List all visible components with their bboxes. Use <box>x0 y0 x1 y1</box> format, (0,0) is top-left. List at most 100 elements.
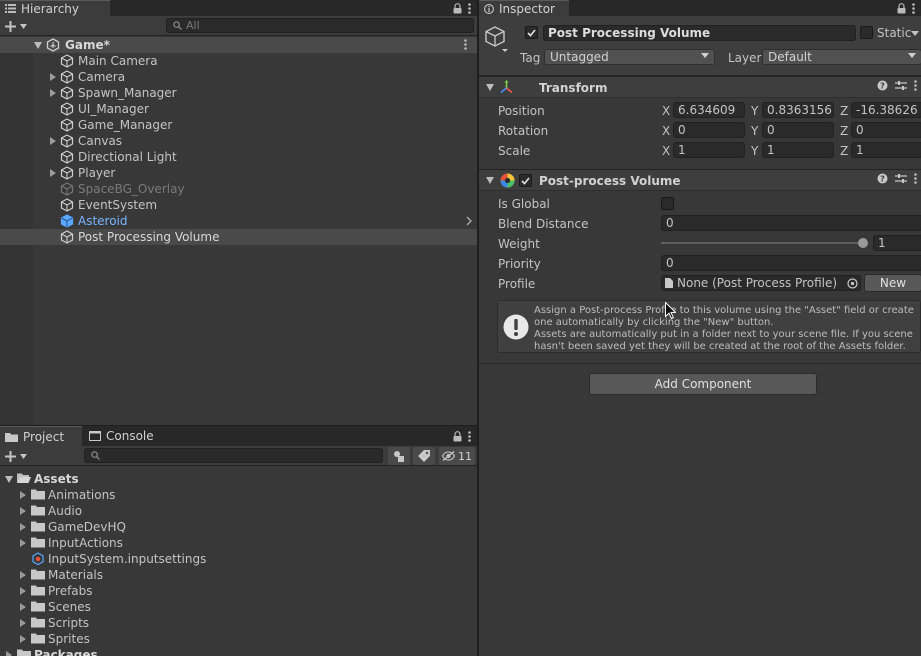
static-dropdown-icon[interactable] <box>911 31 919 36</box>
component-menu-icon[interactable] <box>914 173 917 184</box>
active-checkbox[interactable] <box>525 26 538 39</box>
fold-arrow-icon[interactable] <box>486 177 494 184</box>
transform-header[interactable]: Transform ? <box>479 76 921 98</box>
position-x-label[interactable]: X <box>662 104 670 118</box>
expand-arrow-icon[interactable] <box>48 133 58 149</box>
project-item[interactable]: Prefabs <box>0 583 477 599</box>
expand-arrow-icon[interactable] <box>18 631 28 647</box>
component-menu-icon[interactable] <box>914 80 917 91</box>
expand-arrow-icon[interactable] <box>18 567 28 583</box>
layer-dropdown[interactable]: Default <box>762 49 921 65</box>
gameobject-cube-icon[interactable] <box>485 26 509 52</box>
more-options-icon[interactable] <box>468 2 471 14</box>
preset-sliders-icon[interactable] <box>895 173 907 184</box>
project-item[interactable]: Scripts <box>0 615 477 631</box>
project-create-button[interactable] <box>5 448 27 464</box>
lock-icon[interactable] <box>897 2 906 14</box>
project-item[interactable]: Audio <box>0 503 477 519</box>
position-y-label[interactable]: Y <box>751 104 758 118</box>
hierarchy-item[interactable]: Spawn_Manager <box>0 85 477 101</box>
new-profile-button[interactable]: New <box>864 274 921 292</box>
blend-distance-input[interactable]: 0 <box>661 215 921 231</box>
add-component-button[interactable]: Add Component <box>589 373 817 395</box>
project-item[interactable]: Packages <box>0 647 477 656</box>
project-item[interactable]: Animations <box>0 487 477 503</box>
priority-input[interactable]: 0 <box>661 255 921 271</box>
tag-dropdown[interactable]: Untagged <box>544 49 715 65</box>
rotation-y-label[interactable]: Y <box>751 124 758 138</box>
scale-y-label[interactable]: Y <box>751 144 758 158</box>
project-search-input[interactable] <box>84 448 383 463</box>
scene-row[interactable]: Game* <box>0 37 477 53</box>
search-by-label-button[interactable] <box>413 447 435 465</box>
expand-arrow-icon[interactable] <box>4 471 14 487</box>
post-process-header[interactable]: Post-process Volume ? <box>479 169 921 191</box>
hierarchy-item[interactable]: SpaceBG_Overlay <box>0 181 477 197</box>
search-by-type-button[interactable] <box>388 447 410 465</box>
weight-slider-knob[interactable] <box>858 238 868 248</box>
position-y-input[interactable]: 0.8363156 <box>762 102 834 118</box>
hierarchy-item[interactable]: Post Processing Volume <box>0 229 477 245</box>
expand-arrow-icon[interactable] <box>18 503 28 519</box>
hierarchy-item[interactable]: Player <box>0 165 477 181</box>
rotation-z-input[interactable]: 0 <box>851 122 921 138</box>
project-item[interactable]: Sprites <box>0 631 477 647</box>
expand-arrow-icon[interactable] <box>18 487 28 503</box>
position-z-input[interactable]: -16.38626 <box>851 102 921 118</box>
expand-arrow-icon[interactable] <box>18 599 28 615</box>
help-icon[interactable]: ? <box>877 173 888 184</box>
project-item[interactable]: Materials <box>0 567 477 583</box>
project-item[interactable]: Assets <box>0 471 477 487</box>
more-options-icon[interactable] <box>912 2 915 14</box>
hierarchy-item[interactable]: EventSystem <box>0 197 477 213</box>
static-checkbox[interactable] <box>860 26 873 39</box>
preset-sliders-icon[interactable] <box>895 80 907 91</box>
weight-input[interactable]: 1 <box>873 235 921 251</box>
lock-icon[interactable] <box>453 430 462 442</box>
hierarchy-item[interactable]: Directional Light <box>0 149 477 165</box>
tab-project[interactable]: Project <box>0 426 82 446</box>
hierarchy-item[interactable]: Main Camera <box>0 53 477 69</box>
chevron-right-icon[interactable] <box>466 216 472 226</box>
rotation-y-input[interactable]: 0 <box>762 122 834 138</box>
hierarchy-item[interactable]: Camera <box>0 69 477 85</box>
expand-arrow-icon[interactable] <box>18 615 28 631</box>
expand-arrow-icon[interactable] <box>48 69 58 85</box>
hierarchy-item[interactable]: Canvas <box>0 133 477 149</box>
project-item[interactable]: GameDevHQ <box>0 519 477 535</box>
profile-object-field[interactable]: None (Post Process Profile) <box>661 275 861 291</box>
hierarchy-item[interactable]: UI_Manager <box>0 101 477 117</box>
lock-icon[interactable] <box>453 2 462 14</box>
hierarchy-item[interactable]: Game_Manager <box>0 117 477 133</box>
scale-x-input[interactable]: 1 <box>673 142 745 158</box>
hidden-packages-button[interactable]: 11 <box>439 447 475 465</box>
scale-x-label[interactable]: X <box>662 144 670 158</box>
project-item[interactable]: InputSystem.inputsettings <box>0 551 477 567</box>
position-z-label[interactable]: Z <box>840 104 848 118</box>
expand-arrow-icon[interactable] <box>48 165 58 181</box>
tab-inspector[interactable]: Inspector <box>479 0 569 16</box>
help-icon[interactable]: ? <box>877 80 888 91</box>
scale-z-input[interactable]: 1 <box>851 142 921 158</box>
object-picker-icon[interactable] <box>847 278 858 289</box>
is-global-checkbox[interactable] <box>661 197 674 210</box>
expand-arrow-icon[interactable] <box>48 85 58 101</box>
position-x-input[interactable]: 6.634609 <box>673 102 745 118</box>
expand-arrow-icon[interactable] <box>18 535 28 551</box>
scale-y-input[interactable]: 1 <box>762 142 834 158</box>
expand-arrow-icon[interactable] <box>4 647 14 656</box>
tab-hierarchy[interactable]: Hierarchy <box>0 0 110 16</box>
hierarchy-search-input[interactable]: All <box>166 18 474 33</box>
project-item[interactable]: InputActions <box>0 535 477 551</box>
expand-arrow-icon[interactable] <box>18 519 28 535</box>
rotation-z-label[interactable]: Z <box>840 124 848 138</box>
fold-arrow-icon[interactable] <box>486 84 494 91</box>
more-options-icon[interactable] <box>468 430 471 442</box>
hierarchy-item[interactable]: Asteroid <box>0 213 477 229</box>
rotation-x-label[interactable]: X <box>662 124 670 138</box>
tab-console[interactable]: Console <box>84 426 174 446</box>
post-process-enabled-checkbox[interactable] <box>519 174 532 187</box>
object-name-input[interactable]: Post Processing Volume <box>543 25 856 41</box>
create-button[interactable] <box>5 18 27 34</box>
scene-menu-icon[interactable] <box>464 39 467 50</box>
